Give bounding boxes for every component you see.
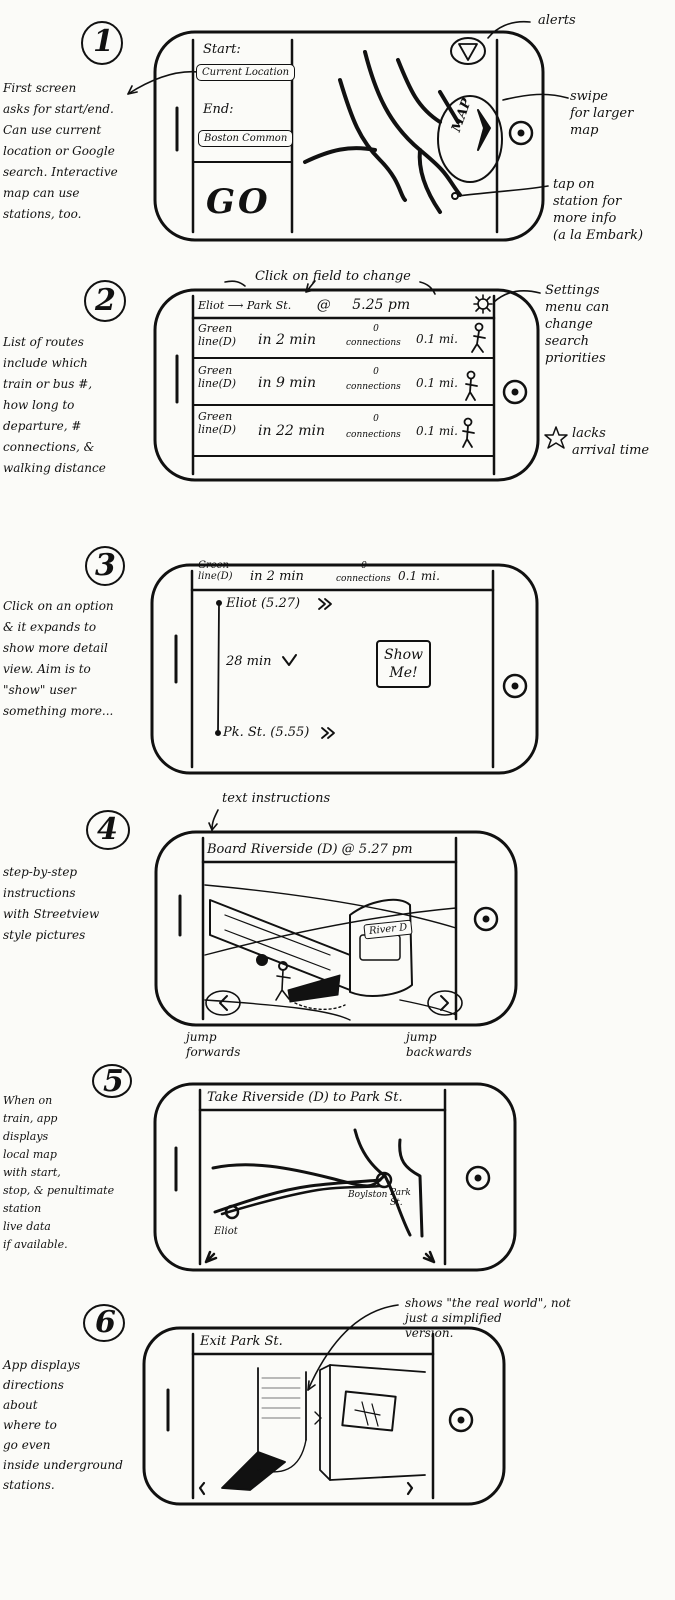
show-me-button[interactable]: Show Me! (376, 640, 432, 688)
settings-gear-icon (473, 294, 493, 314)
jump-backwards-annotation: jump backwards (406, 1030, 472, 1059)
go-button[interactable]: GO (206, 182, 271, 222)
instruction-text: Exit Park St. (200, 1334, 283, 1349)
departure-time: in 9 min (258, 375, 317, 391)
start-label: Start: (203, 42, 241, 57)
stop-1[interactable]: Eliot (5.27) (226, 596, 300, 611)
jump-forwards-arrow-icon (219, 995, 228, 1011)
header-time[interactable]: 5.25 pm (352, 297, 410, 313)
departure-time: in 2 min (250, 569, 304, 584)
lacks-arrival-annotation: lacks arrival time (572, 426, 650, 458)
walking-distance: 0.1 mi. (416, 376, 458, 390)
step-4-note: step-by-step instructions with Streetvie… (3, 865, 100, 942)
walking-distance: 0.1 mi. (398, 569, 440, 583)
step-1-note: First screen asks for start/end. Can use… (3, 81, 118, 221)
swipe-annotation: swipe for larger map (570, 89, 634, 138)
route-line: Green line(D) (198, 364, 237, 390)
step-number-2: 2 (95, 283, 116, 318)
step-number-1: 1 (93, 24, 114, 59)
step-2-note: List of routes include which train or bu… (3, 335, 106, 475)
star-icon (544, 426, 568, 449)
trip-duration[interactable]: 28 min (226, 654, 272, 669)
click-field-annotation: Click on field to change (255, 269, 411, 284)
header-at: @ (316, 297, 331, 313)
header-from[interactable]: Eliot (198, 299, 224, 312)
connections-count: 0 (361, 561, 367, 571)
phone-frame-5 (153, 1082, 517, 1272)
connections-label: connections (346, 430, 401, 440)
station-interior-sketch (221, 1364, 426, 1491)
tap-station-annotation: tap on station for more info (a la Embar… (553, 177, 644, 243)
text-instructions-annotation: text instructions (222, 791, 331, 806)
walking-distance: 0.1 mi. (416, 332, 458, 346)
back-arrow-icon (204, 1250, 218, 1264)
station-label-end[interactable]: Park St. (390, 1188, 411, 1208)
start-input[interactable]: Current Location (196, 64, 296, 81)
swipe-chevron-icon (477, 109, 491, 151)
route-line: Green line(D) (198, 322, 237, 348)
forward-arrow-icon (422, 1250, 436, 1264)
phone-frame-3 (150, 563, 539, 775)
connections-label: connections (336, 574, 391, 584)
walking-distance: 0.1 mi. (416, 424, 458, 438)
instruction-text: Board Riverside (D) @ 5.27 pm (207, 842, 413, 857)
instruction-text: Take Riverside (D) to Park St. (207, 1090, 403, 1105)
route-line: Green line(D) (198, 410, 237, 436)
real-world-annotation: shows "the real world", not just a simpl… (405, 1296, 571, 1340)
collapse-chevron-icon (282, 654, 297, 666)
step-6-note: App displays directions about where to g… (3, 1358, 123, 1492)
end-label: End: (203, 102, 234, 117)
connections-count: 0 (373, 367, 379, 377)
alerts-annotation: alerts (538, 13, 576, 28)
departure-time: in 2 min (258, 332, 317, 348)
settings-annotation: Settings menu can change search prioriti… (545, 283, 610, 366)
alert-triangle-icon (458, 43, 478, 61)
expand-chevron-icon (318, 598, 332, 610)
phone-frame-6 (142, 1326, 506, 1506)
station-label-mid[interactable]: Boylston (348, 1190, 387, 1200)
connections-count: 0 (373, 414, 379, 424)
platform-train-sketch (204, 884, 457, 1021)
connections-label: connections (346, 382, 401, 392)
header-to[interactable]: Park St. (247, 299, 291, 312)
route-option-row[interactable]: Green line(D) in 22 min 0 connections 0.1… (198, 410, 488, 452)
connections-label: connections (346, 338, 401, 348)
connections-count: 0 (373, 324, 379, 334)
end-input[interactable]: Boston Common (198, 130, 294, 147)
expanded-route-header[interactable]: Green line(D) in 2 min 0 connections 0.1 … (198, 560, 488, 588)
stop-2[interactable]: Pk. St. (5.55) (223, 725, 309, 740)
route-option-row[interactable]: Green line(D) in 2 min 0 connections 0.1 … (198, 322, 488, 356)
route-header[interactable]: Eliot ⟶ Park St. @ 5.25 pm (198, 297, 410, 313)
step-number-3: 3 (95, 548, 116, 583)
step-number-6: 6 (95, 1305, 116, 1340)
forward-arrow-icon-6 (406, 1481, 414, 1496)
subway-map-sketch-1 (303, 50, 462, 214)
back-arrow-icon-6 (198, 1481, 206, 1496)
route-option-row[interactable]: Green line(D) in 9 min 0 connections 0.1 … (198, 364, 488, 402)
step-5-note: When on train, app displays local map wi… (3, 1094, 115, 1251)
route-line: Green line(D) (198, 560, 233, 582)
jump-backwards-arrow-icon (440, 995, 449, 1011)
departure-time: in 22 min (258, 423, 325, 439)
jump-forwards-annotation: jump forwards (186, 1030, 241, 1059)
header-arrow-icon: ⟶ (227, 299, 244, 312)
station-label-start[interactable]: Eliot (214, 1226, 238, 1237)
step-3-note: Click on an option & it expands to show … (3, 599, 114, 718)
step-number-4: 4 (97, 812, 118, 847)
expand-chevron-icon-2 (321, 727, 335, 739)
